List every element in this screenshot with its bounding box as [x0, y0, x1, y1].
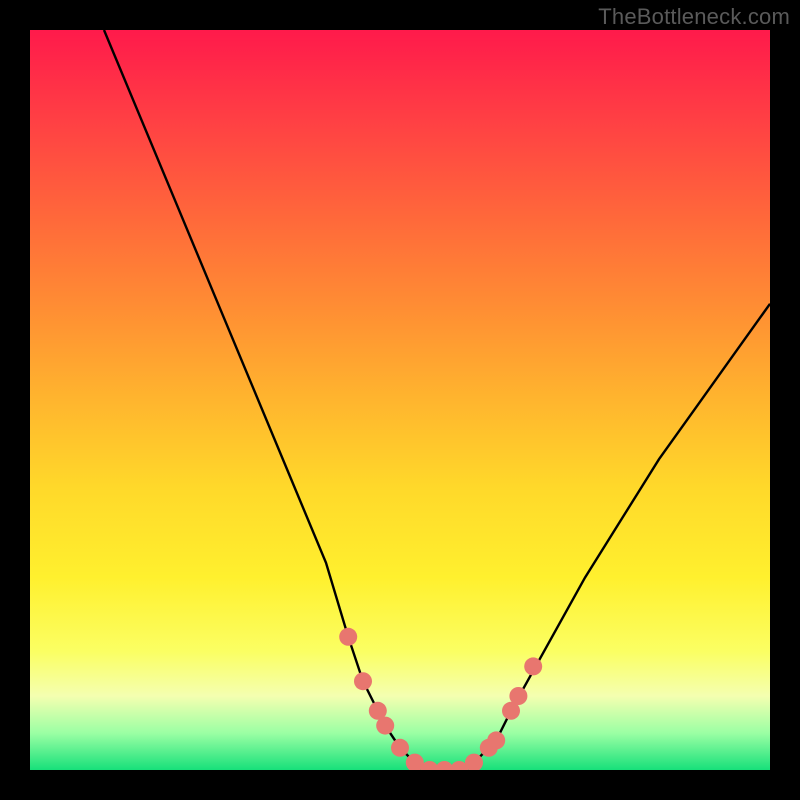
curve-marker — [465, 754, 483, 770]
curve-marker — [435, 761, 453, 770]
bottleneck-curve-svg — [30, 30, 770, 770]
curve-marker — [509, 687, 527, 705]
curve-marker — [421, 761, 439, 770]
curve-marker — [450, 761, 468, 770]
curve-marker — [369, 702, 387, 720]
curve-marker — [339, 628, 357, 646]
curve-marker — [487, 731, 505, 749]
curve-marker — [524, 657, 542, 675]
curve-marker — [354, 672, 372, 690]
curve-marker — [376, 717, 394, 735]
curve-markers — [339, 628, 542, 770]
bottleneck-curve — [104, 30, 770, 770]
curve-marker — [480, 739, 498, 757]
curve-marker — [406, 754, 424, 770]
plot-area — [30, 30, 770, 770]
curve-marker — [502, 702, 520, 720]
chart-frame: TheBottleneck.com — [0, 0, 800, 800]
watermark-text: TheBottleneck.com — [598, 4, 790, 30]
curve-marker — [391, 739, 409, 757]
